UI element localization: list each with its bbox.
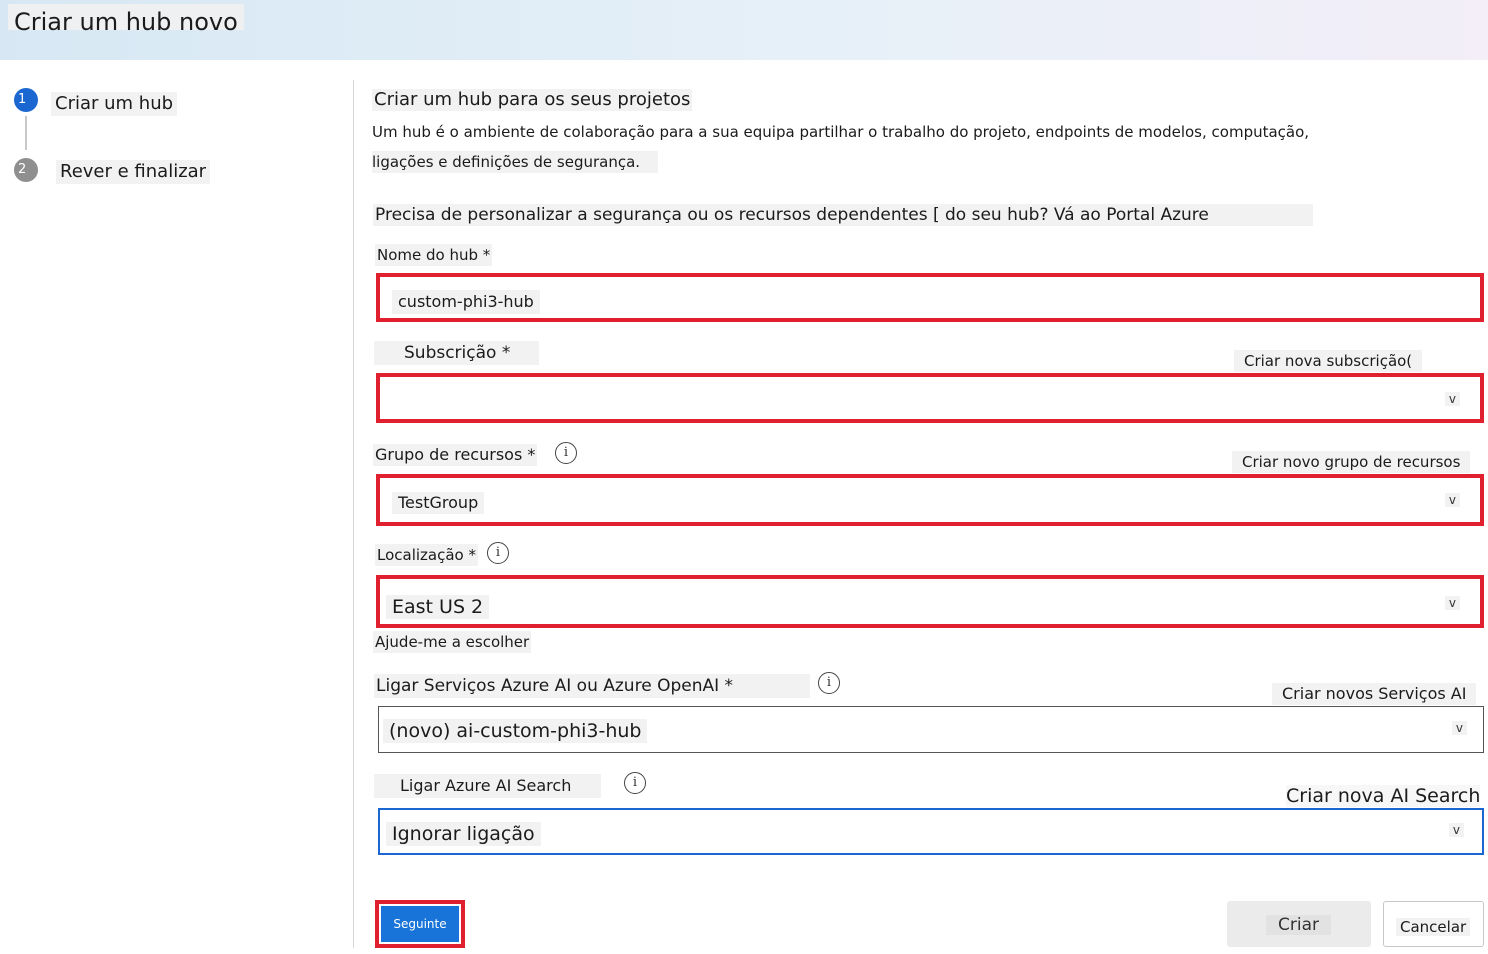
help-me-choose-link[interactable]: Ajude-me a escolher — [373, 631, 532, 653]
info-icon[interactable]: i — [487, 542, 509, 564]
chevron-down-icon: v — [1448, 823, 1464, 837]
hub-name-input[interactable]: custom-phi3-hub — [376, 273, 1484, 322]
description-line-2: ligações e definições de segurança. — [372, 151, 659, 173]
create-button-label: Criar — [1266, 915, 1331, 935]
chevron-down-icon: v — [1444, 596, 1460, 610]
customize-portal-link[interactable]: Precisa de personalizar a segurança ou o… — [373, 204, 1313, 226]
ai-services-dropdown[interactable]: (novo) ai-custom-phi3-hub v — [378, 706, 1484, 753]
create-subscription-link[interactable]: Criar nova subscrição( — [1234, 350, 1423, 372]
create-resource-group-link[interactable]: Criar novo grupo de recursos — [1232, 451, 1471, 473]
ai-services-label: Ligar Serviços Azure AI ou Azure OpenAI … — [374, 674, 810, 698]
subscription-label: Subscrição * — [374, 341, 540, 365]
location-dropdown[interactable]: East US 2 v — [376, 575, 1484, 628]
create-button[interactable]: Criar — [1227, 901, 1371, 947]
step-2-indicator: 2 — [14, 158, 38, 182]
step-1-label[interactable]: Criar um hub — [51, 92, 178, 116]
cancel-button-label: Cancelar — [1396, 918, 1471, 936]
page-title: Criar um hub novo — [8, 4, 244, 36]
step-connector — [25, 116, 27, 150]
hub-name-label: Nome do hub * — [375, 244, 493, 266]
info-icon[interactable]: i — [818, 672, 840, 694]
step-1-indicator: 1 — [14, 88, 38, 112]
next-button[interactable]: Seguinte — [375, 900, 465, 948]
ai-services-value: (novo) ai-custom-phi3-hub — [383, 719, 648, 743]
subscription-dropdown[interactable]: v — [376, 373, 1484, 423]
resource-group-dropdown[interactable]: TestGroup v — [376, 474, 1484, 526]
description-line-1: Um hub é o ambiente de colaboração para … — [372, 123, 1310, 141]
location-label: Localização * — [375, 544, 478, 566]
next-button-label: Seguinte — [381, 906, 459, 942]
resource-group-label: Grupo de recursos * — [373, 444, 538, 466]
section-heading: Criar um hub para os seus projetos — [372, 89, 693, 111]
create-ai-search-link[interactable]: Criar nova AI Search — [1286, 785, 1481, 807]
location-value: East US 2 — [386, 595, 490, 619]
ai-search-label: Ligar Azure AI Search — [374, 774, 602, 798]
panel-divider — [353, 80, 354, 948]
info-icon[interactable]: i — [624, 772, 646, 794]
chevron-down-icon: v — [1444, 392, 1460, 406]
ai-search-value: Ignorar ligação — [386, 822, 541, 846]
create-ai-services-link[interactable]: Criar novos Serviços AI — [1272, 683, 1477, 705]
ai-search-dropdown[interactable]: Ignorar ligação v — [378, 808, 1484, 855]
chevron-down-icon: v — [1444, 493, 1460, 507]
chevron-down-icon: v — [1451, 721, 1467, 735]
step-2-label[interactable]: Rever e finalizar — [56, 160, 211, 184]
resource-group-value: TestGroup — [392, 492, 485, 514]
cancel-button[interactable]: Cancelar — [1383, 901, 1484, 947]
info-icon[interactable]: i — [555, 442, 577, 464]
header-bar: Criar um hub novo — [0, 0, 1488, 60]
hub-name-value: custom-phi3-hub — [392, 290, 540, 314]
